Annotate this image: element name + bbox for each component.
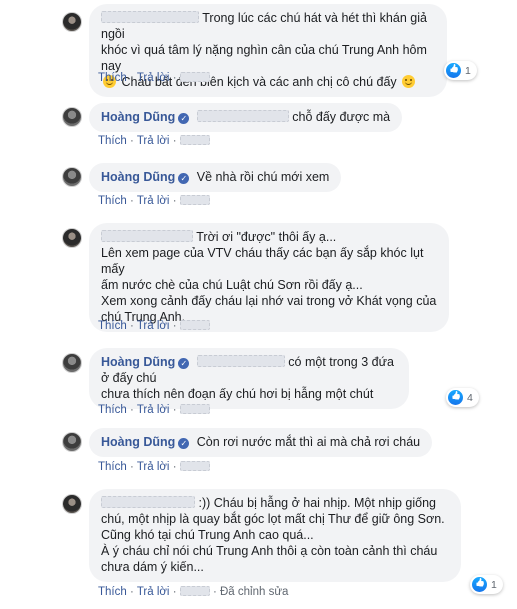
reaction-count: 1: [491, 578, 497, 591]
comment-text-line: chú, một nhịp là quay bắt góc lọt mất ch…: [101, 512, 445, 526]
comment-actions: Thích · Trả lời ·: [98, 72, 210, 84]
author-name[interactable]: Hoàng Dũng: [101, 110, 175, 124]
comment-text-line: chưa dám ý kiến...: [101, 560, 204, 574]
like-link[interactable]: Thích: [98, 404, 127, 416]
like-link[interactable]: Thích: [98, 586, 127, 598]
separator: ·: [129, 461, 134, 473]
comment-text: Về nhà rồi chú mới xem: [196, 170, 330, 184]
separator: ·: [129, 586, 134, 598]
avatar[interactable]: [62, 167, 82, 187]
separator: ·: [172, 195, 177, 207]
redacted-timestamp: [179, 461, 210, 471]
separator: ·: [129, 320, 134, 332]
separator: ·: [212, 586, 217, 598]
redacted-name: [101, 230, 193, 242]
comment-text-line: Lên xem page của VTV cháu thấy các bạn ấ…: [101, 246, 424, 276]
redacted-timestamp: [179, 586, 210, 596]
comment-text-line: À ý cháu chỉ nói chú Trung Anh thôi ạ cò…: [101, 544, 438, 558]
redacted-timestamp: [179, 404, 210, 414]
comment-bubble: Hoàng Dũng ✓ chỗ đấy được mà: [89, 103, 403, 132]
redacted-timestamp: [179, 320, 210, 330]
comment-text: chỗ đấy được mà: [292, 110, 391, 124]
separator: ·: [129, 404, 134, 416]
redacted-timestamp: [179, 195, 210, 205]
author-name[interactable]: Hoàng Dũng: [101, 435, 175, 449]
comment-actions: Thích · Trả lời ·: [98, 195, 210, 207]
separator: ·: [129, 195, 134, 207]
avatar[interactable]: [62, 228, 82, 248]
reply-link[interactable]: Trả lời: [137, 72, 170, 84]
reply-link[interactable]: Trả lời: [137, 320, 170, 332]
smile-emoji-icon: [402, 75, 416, 88]
reply-link[interactable]: Trả lời: [137, 195, 170, 207]
comment-text-line: :)) Cháu bị hẫng ở hai nhịp. Một nhịp gi…: [198, 496, 436, 510]
reaction-count: 4: [467, 391, 473, 404]
separator: ·: [172, 586, 177, 598]
reply-link[interactable]: Trả lời: [137, 586, 170, 598]
comment-actions: Thích · Trả lời · · Đã chỉnh sửa: [98, 586, 288, 598]
comment-actions: Thích · Trả lời ·: [98, 135, 210, 147]
comment-actions: Thích · Trả lời ·: [98, 320, 210, 332]
reaction-badge[interactable]: 1: [470, 575, 503, 594]
reply-link[interactable]: Trả lời: [137, 461, 170, 473]
like-link[interactable]: Thích: [98, 195, 127, 207]
redacted-timestamp: [179, 72, 210, 82]
avatar[interactable]: [62, 494, 82, 514]
edited-label: Đã chỉnh sửa: [219, 586, 289, 598]
separator: ·: [129, 135, 134, 147]
comment-text-line: khóc vì quá tâm lý nặng nghìn cân của ch…: [101, 43, 427, 73]
redacted-name: [196, 355, 285, 367]
comment-text-line: Trời ơi "được" thôi ấy ạ...: [196, 230, 337, 244]
author-name[interactable]: Hoàng Dũng: [101, 355, 175, 369]
separator: ·: [172, 404, 177, 416]
comment-bubble: Hoàng Dũng ✓ có một trong 3 đứa ở đấy chú…: [89, 348, 409, 409]
comment-bubble: Trời ơi "được" thôi ấy ạ... Lên xem page…: [89, 223, 449, 332]
author-name[interactable]: Hoàng Dũng: [101, 170, 175, 184]
avatar[interactable]: [62, 353, 82, 373]
redacted-name: [196, 110, 289, 122]
comment-text-line: chưa thích nên đoạn ấy chú hơi bị hẫng m…: [101, 387, 374, 401]
verified-badge-icon: ✓: [178, 358, 190, 369]
like-link[interactable]: Thích: [98, 320, 127, 332]
verified-badge-icon: ✓: [178, 113, 190, 124]
reaction-count: 1: [465, 64, 471, 77]
separator: ·: [172, 461, 177, 473]
avatar[interactable]: [62, 432, 82, 452]
comment-bubble: Hoàng Dũng ✓ Về nhà rồi chú mới xem: [89, 163, 342, 192]
redacted-timestamp: [179, 135, 210, 145]
comment-bubble: Hoàng Dũng ✓ Còn rơi nước mắt thì ai mà c…: [89, 428, 433, 457]
comment-text-line: Xem xong cảnh đấy cháu lại nhớ vai trong…: [101, 294, 437, 308]
redacted-name: [101, 11, 199, 23]
comment-text-line: Cũng khó tại chú Trung Anh cao quá...: [101, 528, 314, 542]
like-icon: [472, 577, 487, 592]
separator: ·: [172, 135, 177, 147]
comment-text-line: ấm nước chè của chú Luật chú Sơn rồi đấy…: [101, 278, 363, 292]
separator: ·: [129, 72, 134, 84]
comment-text: Còn rơi nước mắt thì ai mà chả rơi cháu: [196, 435, 421, 449]
separator: ·: [172, 72, 177, 84]
comment-actions: Thích · Trả lời ·: [98, 461, 210, 473]
like-link[interactable]: Thích: [98, 72, 127, 84]
comment-actions: Thích · Trả lời ·: [98, 404, 210, 416]
reaction-badge[interactable]: 1: [444, 61, 477, 80]
reply-link[interactable]: Trả lời: [137, 404, 170, 416]
separator: ·: [172, 320, 177, 332]
verified-badge-icon: ✓: [178, 438, 190, 449]
avatar[interactable]: [62, 12, 82, 32]
avatar[interactable]: [62, 107, 82, 127]
reply-link[interactable]: Trả lời: [137, 135, 170, 147]
verified-badge-icon: ✓: [178, 173, 190, 184]
like-icon: [448, 390, 463, 405]
comment-bubble: :)) Cháu bị hẫng ở hai nhịp. Một nhịp gi…: [89, 489, 461, 582]
like-icon: [446, 63, 461, 78]
redacted-name: [101, 496, 195, 508]
like-link[interactable]: Thích: [98, 461, 127, 473]
reaction-badge[interactable]: 4: [446, 388, 479, 407]
like-link[interactable]: Thích: [98, 135, 127, 147]
